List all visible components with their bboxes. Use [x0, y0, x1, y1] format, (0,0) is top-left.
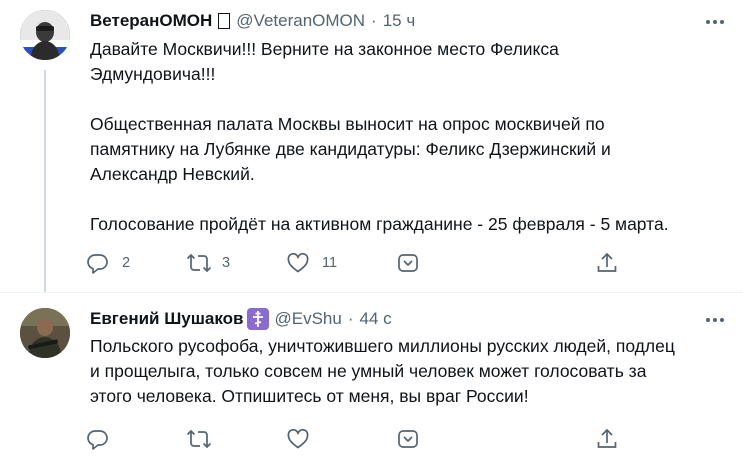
thread-line — [44, 70, 46, 292]
tweet-1[interactable]: ВетеранОМОН @VeteranOMON · 15 ч Давайте … — [0, 0, 743, 292]
like-button[interactable]: 11 — [286, 248, 337, 278]
timestamp[interactable]: 44 с — [360, 309, 392, 329]
reply-icon — [87, 254, 108, 274]
author-name[interactable]: Евгений Шушаков — [90, 309, 244, 329]
tweet-text: Польского русофоба, уничтожившего миллио… — [90, 334, 720, 409]
action-bar: 2 3 11 — [86, 248, 646, 278]
more-icon[interactable] — [703, 309, 727, 331]
reply-button[interactable]: 2 — [86, 248, 130, 278]
tweet-line: памятнику на Лубянке две кандидатуры: Фе… — [90, 139, 611, 159]
retweet-count: 3 — [222, 255, 231, 271]
like-icon — [287, 428, 309, 449]
more-icon[interactable] — [703, 11, 727, 33]
tweet-2[interactable]: Евгений Шушаков @EvShu · 44 с Польского … — [0, 292, 743, 466]
downvote-icon — [398, 254, 418, 272]
reply-button[interactable] — [86, 424, 122, 454]
tweet-line: и прощелыга, только совсем не умный чело… — [90, 361, 647, 381]
share-icon — [597, 428, 617, 448]
separator-dot: · — [347, 309, 354, 328]
retweet-icon — [186, 429, 212, 449]
share-button[interactable] — [595, 424, 619, 454]
timestamp[interactable]: 15 ч — [383, 11, 416, 31]
tweet-text: Давайте Москвичи!!! Верните на законное … — [90, 37, 720, 237]
tweet-line: Голосование пройдёт на активном граждани… — [90, 214, 669, 234]
author-handle[interactable]: @VeteranOMON — [236, 11, 365, 31]
like-icon — [287, 252, 309, 273]
avatar[interactable] — [20, 308, 70, 358]
share-icon — [597, 252, 617, 272]
tweet-header: Евгений Шушаков @EvShu · 44 с — [90, 308, 392, 330]
avatar[interactable] — [20, 10, 70, 60]
tweet-line: Эдмундовича!!! — [90, 64, 216, 84]
tweet-line: Давайте Москвичи!!! Верните на законное … — [90, 39, 559, 59]
orthodox-cross-badge-icon — [246, 308, 269, 330]
separator-dot: · — [371, 11, 377, 30]
retweet-icon — [186, 253, 212, 273]
reply-count: 2 — [122, 255, 131, 271]
like-button[interactable] — [286, 424, 322, 454]
downvote-button[interactable] — [396, 424, 420, 454]
tweet-line: этого человека. Отпишитесь от меня, вы в… — [90, 386, 529, 406]
tweet-line: Александр Невский. — [90, 164, 255, 184]
like-count: 11 — [322, 255, 338, 271]
retweet-button[interactable] — [186, 424, 224, 454]
retweet-button[interactable]: 3 — [186, 248, 230, 278]
downvote-icon — [398, 430, 418, 448]
downvote-button[interactable] — [396, 248, 420, 278]
action-bar — [86, 424, 646, 454]
author-badge-icon — [218, 13, 231, 29]
tweet-line: Польского русофоба, уничтожившего миллио… — [90, 336, 675, 356]
author-handle[interactable]: @EvShu — [275, 309, 342, 329]
tweet-line: Общественная палата Москвы выносит на оп… — [90, 114, 605, 134]
share-button[interactable] — [595, 248, 619, 278]
tweet-header: ВетеранОМОН @VeteranOMON · 15 ч — [90, 10, 415, 32]
author-name[interactable]: ВетеранОМОН — [90, 11, 212, 31]
reply-icon — [87, 430, 108, 450]
